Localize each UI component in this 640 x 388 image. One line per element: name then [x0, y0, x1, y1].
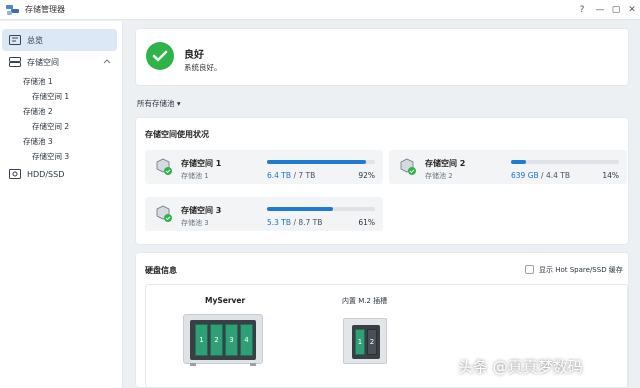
volume-card[interactable]: 存储空间 3 存储池 3 5.3 TB / 8.7 TB 61%	[145, 197, 383, 231]
status-card	[135, 28, 629, 86]
check-circle-icon	[146, 42, 174, 70]
tree-item-volume-2[interactable]: 存储空间 2	[32, 121, 69, 132]
disk-info-title: 硬盘信息	[145, 266, 177, 275]
volume-name: 存储空间 1	[181, 159, 222, 168]
volume-card[interactable]: 存储空间 2 存储池 2 639 GB / 4.4 TB 14%	[389, 150, 627, 184]
status-title: 良好	[184, 50, 204, 61]
minimize-icon: —	[595, 5, 605, 15]
nas-foot	[190, 363, 196, 366]
server-name: MyServer	[205, 296, 246, 305]
close-icon: ✕	[628, 5, 636, 15]
window-title: 存储管理器	[25, 5, 65, 14]
volume-percent: 61%	[358, 218, 375, 227]
sidebar: 总览 存储空间 存储池 1 存储空间 1 存储池 2 存储空间 2 存储池 3 …	[0, 21, 123, 388]
sidebar-item-label: 总览	[27, 35, 43, 45]
status-description: 系统良好。	[184, 63, 222, 72]
tree-item-pool-3[interactable]: 存储池 3	[23, 136, 53, 147]
sidebar-item-hdd-ssd[interactable]: HDD/SSD	[2, 163, 117, 185]
volume-percent: 92%	[358, 171, 375, 180]
help-button[interactable]: ?	[572, 0, 592, 20]
title-bar: 存储管理器 ? — ▢ ✕	[0, 0, 640, 20]
caret-down-icon: ▾	[176, 99, 181, 108]
m2-slot-label: 内置 M.2 插槽	[342, 297, 388, 305]
pool-filter-label: 所有存储池	[137, 99, 175, 108]
tree-item-volume-1[interactable]: 存储空间 1	[32, 91, 69, 102]
volume-usage: 639 GB / 4.4 TB	[511, 171, 570, 180]
m2-slot-2[interactable]: 2	[367, 329, 377, 355]
volume-name: 存储空间 2	[425, 159, 466, 168]
chevron-up-icon[interactable]	[103, 57, 111, 66]
tree-item-volume-3[interactable]: 存储空间 3	[32, 151, 69, 162]
hot-spare-label: 显示 Hot Spare/SSD 缓存	[539, 266, 623, 274]
sidebar-item-label: 存储空间	[27, 57, 59, 67]
volume-card[interactable]: 存储空间 1 存储池 1 6.4 TB / 7 TB 92%	[145, 150, 383, 184]
usage-bar-fill	[267, 160, 367, 164]
overview-icon	[9, 35, 21, 45]
maximize-icon: ▢	[611, 5, 621, 15]
nas-foot	[250, 363, 256, 366]
nas-chassis: 1 2 3 4	[183, 314, 263, 364]
sidebar-item-label: HDD/SSD	[27, 169, 65, 179]
usage-bar	[511, 160, 619, 164]
disk-icon	[9, 169, 21, 179]
volume-pool: 存储池 1	[181, 172, 209, 180]
drive-bay-4[interactable]: 4	[240, 324, 253, 356]
drive-bay-1[interactable]: 1	[195, 324, 208, 356]
volume-icon	[155, 205, 173, 223]
storage-icon	[9, 57, 21, 67]
storage-manager-app-icon	[6, 4, 19, 16]
drive-bay-3[interactable]: 3	[225, 324, 238, 356]
volume-usage: 6.4 TB / 7 TB	[267, 171, 316, 180]
sidebar-item-overview[interactable]: 总览	[2, 29, 117, 51]
volume-usage: 5.3 TB / 8.7 TB	[267, 218, 323, 227]
usage-bar	[267, 160, 375, 164]
usage-bar-fill	[267, 207, 333, 211]
volume-pool: 存储池 3	[181, 219, 209, 227]
volume-percent: 14%	[602, 171, 619, 180]
help-icon: ?	[579, 5, 585, 15]
drive-bay-2[interactable]: 2	[210, 324, 223, 356]
m2-slot-1[interactable]: 1	[355, 329, 365, 355]
volume-icon	[155, 158, 173, 176]
usage-bar	[267, 207, 375, 211]
m2-slot-chassis: 1 2	[343, 318, 387, 364]
usage-bar-fill	[511, 160, 527, 164]
watermark: 头条 @真真梦数码	[458, 358, 583, 376]
hot-spare-checkbox[interactable]	[525, 265, 534, 274]
volume-icon	[399, 158, 417, 176]
close-button[interactable]: ✕	[622, 0, 640, 20]
usage-title: 存储空间使用状况	[145, 130, 209, 139]
volume-name: 存储空间 3	[181, 206, 222, 215]
sidebar-item-storage[interactable]: 存储空间	[2, 51, 117, 73]
volume-pool: 存储池 2	[425, 172, 453, 180]
pool-filter-dropdown[interactable]: 所有存储池 ▾	[137, 98, 181, 109]
tree-item-pool-2[interactable]: 存储池 2	[23, 106, 53, 117]
tree-item-pool-1[interactable]: 存储池 1	[23, 76, 53, 87]
